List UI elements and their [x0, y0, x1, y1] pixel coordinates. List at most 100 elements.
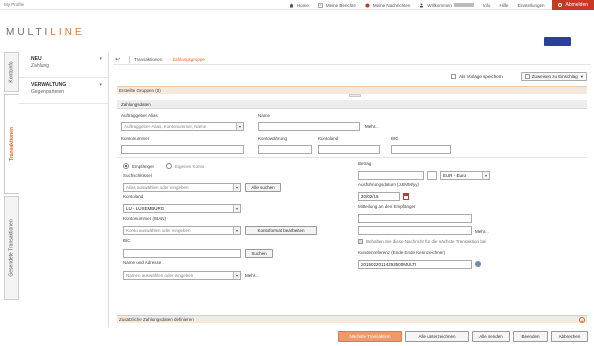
tab-transaktionen[interactable]: Transaktionen — [4, 94, 19, 194]
message-line1[interactable] — [358, 214, 472, 223]
amount-decimals-field[interactable] — [427, 171, 437, 180]
ordering-name-field[interactable] — [258, 122, 360, 131]
iban-select[interactable]: Konto auswählen oder eingeben ▾ — [123, 226, 241, 235]
power-icon — [558, 3, 563, 7]
username-redacted — [453, 3, 474, 7]
nav-settings[interactable]: Einstellungen — [517, 3, 544, 8]
chevron-down-icon: ▾ — [99, 56, 102, 62]
ordering-country-field[interactable] — [318, 145, 380, 154]
ordering-country-label: Kontoland — [318, 136, 339, 141]
keep-message-checkbox[interactable] — [358, 239, 363, 244]
send-all-button[interactable]: Alle senden — [472, 331, 510, 342]
bic-search-button[interactable]: Suchen — [245, 249, 273, 258]
breadcrumb-payment-group: Zahlungsgruppe — [172, 57, 205, 62]
logo-part2: LINE — [50, 27, 85, 38]
top-action-button[interactable] — [544, 37, 571, 46]
created-groups-label: Erstellte Gruppen (0) — [119, 88, 161, 93]
chevron-down-icon: ▾ — [233, 205, 240, 212]
nav-reports-label: Meine Berichte — [325, 2, 356, 8]
template-row: Als Vorlage speichern Zuweisen zu Einsch… — [451, 72, 587, 81]
mail-icon — [365, 3, 370, 8]
additional-data-label: Zusätzliche Zahlungsdaten definieren — [119, 317, 194, 322]
nav-info-label: Info — [482, 2, 491, 8]
beneficiary-name-placeholder: Namen auswählen oder eingeben — [126, 273, 194, 278]
edit-account-format-button[interactable]: Kontoformat bearbeiten — [245, 226, 317, 235]
left-menu: NEU Zahlung ▾ VERWALTUNG Gegenparteien ▾ — [19, 52, 109, 327]
nav-messages[interactable]: Meine Nachrichten — [365, 2, 411, 8]
save-template-checkbox[interactable] — [451, 74, 457, 79]
section-divider — [117, 157, 587, 158]
search-key-select[interactable]: Alias auswählen oder eingeben ▾ — [123, 183, 241, 192]
iban-placeholder: Konto auswählen oder eingeben — [126, 228, 191, 233]
nav-info[interactable]: Info — [483, 3, 491, 8]
keep-message-label: Behalten Sie diese Nachricht für die näc… — [366, 239, 487, 244]
beneficiary-country-select[interactable]: LU - LUXEMBURG ▾ — [123, 204, 241, 213]
nav-messages-label: Meine Nachrichten — [372, 2, 411, 8]
nav-home[interactable]: Home — [289, 3, 309, 8]
ordering-account-field[interactable] — [121, 145, 244, 154]
ordering-more-link[interactable]: Mehr... — [365, 124, 379, 129]
beneficiary-bic-field[interactable] — [123, 249, 241, 258]
assign-favorite-button[interactable]: Zuweisen zu Einschlag ▾ — [520, 72, 587, 81]
menu-item-payment[interactable]: Zahlung — [31, 63, 102, 69]
breadcrumb: ↩ Transaktionen Zahlungsgruppe — [113, 55, 591, 65]
radio-own-account[interactable] — [166, 163, 173, 169]
breadcrumb-transactions[interactable]: Transaktionen — [134, 57, 162, 62]
payment-currency-select[interactable]: EUR - Euro ▾ — [440, 171, 490, 180]
logo-part1: MULTI — [6, 27, 51, 38]
home-icon — [289, 3, 294, 8]
multiline-logo: MULTILINE — [6, 27, 85, 38]
message-more-link[interactable]: Mehr... — [475, 229, 489, 234]
expand-circle-icon[interactable]: ▴ — [579, 317, 585, 323]
created-groups-bar[interactable]: Erstellte Gruppen (0) — [117, 86, 587, 97]
expand-handle[interactable] — [349, 94, 361, 97]
ordering-account-label: Kontonummer — [121, 136, 150, 141]
logout-button[interactable]: Abmelden — [552, 0, 594, 10]
beneficiary-bic-label: BIC — [123, 238, 131, 243]
cancel-button[interactable]: Abbrechen — [551, 331, 588, 342]
message-line2[interactable] — [358, 226, 472, 235]
save-template-label: Als Vorlage speichern — [459, 74, 503, 79]
back-arrow-icon[interactable]: ↩ — [113, 56, 125, 63]
pin-icon[interactable] — [475, 261, 481, 267]
user-icon — [419, 3, 424, 8]
finish-button[interactable]: Beenden — [513, 331, 548, 342]
chevron-down-icon: ▾ — [580, 73, 583, 79]
vertical-tabs: Kontoinfo Transaktionen Gesendete Transa… — [4, 52, 19, 300]
amount-label: Betrag — [358, 161, 372, 166]
tab-kontoinfo[interactable]: Kontoinfo — [4, 52, 19, 92]
radio-recipient[interactable] — [123, 163, 129, 169]
ordering-currency-field[interactable] — [258, 145, 312, 154]
customer-ref-field[interactable]: 20150220114253500MULTI — [358, 260, 472, 269]
sign-all-button[interactable]: Alle unterzeichnen — [405, 331, 469, 342]
amount-field[interactable] — [358, 171, 424, 180]
chevron-down-icon: ▾ — [233, 184, 240, 191]
top-bar: My Profile Home Meine Berichte Meine Nac… — [0, 0, 594, 10]
top-nav: Home Meine Berichte Meine Nachrichten Wi… — [280, 0, 594, 10]
ordering-currency-label: Kontowährung — [258, 136, 288, 141]
menu-group-admin[interactable]: VERWALTUNG Gegenparteien ▾ — [19, 78, 108, 104]
exec-date-field[interactable]: 20/02/15 — [358, 192, 400, 201]
menu-group-new[interactable]: NEU Zahlung ▾ — [19, 52, 108, 78]
ordering-bic-field[interactable] — [391, 145, 451, 154]
ordering-bic-label: BIC — [391, 136, 399, 141]
beneficiary-more-link[interactable]: Mehr... — [245, 273, 259, 278]
calendar-icon[interactable] — [403, 193, 409, 200]
search-all-button[interactable]: Alle suchen — [245, 183, 281, 192]
ordering-alias-select[interactable]: Auftraggeber-Alias, Kontonummer, Name ▾ — [121, 122, 244, 131]
footer-buttons: Nächste Transaktion Alle unterzeichnen A… — [335, 331, 588, 342]
my-profile-link[interactable]: My Profile — [4, 2, 24, 7]
assign-favorite-label: Zuweisen zu Einschlag — [531, 74, 578, 79]
beneficiary-country-label: Kontoland — [123, 194, 144, 199]
menu-group-new-title: NEU — [31, 56, 42, 62]
nav-reports[interactable]: Meine Berichte — [318, 3, 356, 8]
next-transaction-button[interactable]: Nächste Transaktion — [338, 331, 402, 342]
additional-data-bar[interactable]: Zusätzliche Zahlungsdaten definieren ▴ — [117, 315, 587, 323]
tab-gesendete[interactable]: Gesendete Transaktionen — [4, 196, 19, 300]
beneficiary-name-select[interactable]: Namen auswählen oder eingeben ▾ — [123, 271, 241, 280]
nav-help[interactable]: Hilfe — [499, 3, 508, 8]
nav-welcome[interactable]: Willkommen — [419, 3, 474, 8]
logout-label: Abmelden — [565, 2, 588, 8]
payment-data-header: Zahlungsdaten — [117, 100, 587, 109]
menu-item-counterparties[interactable]: Gegenparteien — [31, 89, 102, 95]
